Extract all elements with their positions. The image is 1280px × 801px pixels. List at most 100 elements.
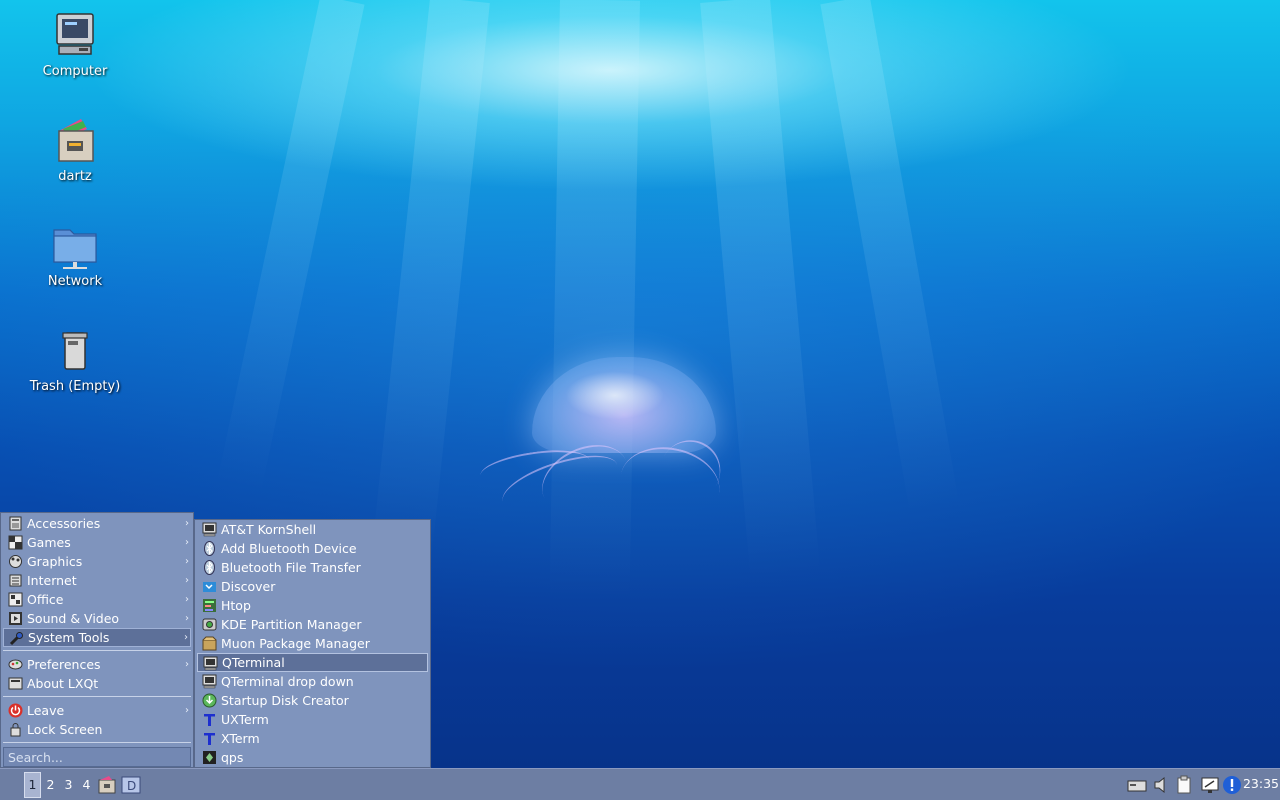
chevron-right-icon: › [185, 594, 189, 605]
htop-icon [203, 599, 216, 612]
menu-separator [3, 650, 191, 651]
submenu-item-add-bluetooth[interactable]: Add Bluetooth Device [197, 539, 428, 558]
menu-item-games[interactable]: Games › [3, 533, 191, 552]
menu-item-accessories[interactable]: Accessories › [3, 514, 191, 533]
menu-item-leave[interactable]: Leave › [3, 701, 191, 720]
home-folder-icon [58, 119, 94, 162]
submenu-item-label: qps [221, 750, 244, 765]
desktop-icon-label: Trash (Empty) [29, 379, 121, 394]
removable-media-icon[interactable] [1126, 775, 1148, 795]
menu-item-about-lxqt[interactable]: About LXQt [3, 674, 191, 693]
submenu-item-kde-partition[interactable]: KDE Partition Manager [197, 615, 428, 634]
clock[interactable]: 23:35 [1243, 769, 1279, 801]
submenu-item-label: UXTerm [221, 712, 269, 727]
menu-item-office[interactable]: Office › [3, 590, 191, 609]
terminal-icon [202, 522, 217, 537]
desktop-icon-label: Network [47, 274, 103, 289]
desktop-icon-trash[interactable]: Trash (Empty) [15, 327, 135, 394]
file-manager-icon[interactable] [97, 775, 117, 795]
submenu-item-muon[interactable]: Muon Package Manager [197, 634, 428, 653]
desktop-icon-label: Computer [42, 64, 108, 79]
terminal-icon [203, 656, 218, 671]
show-desktop-icon[interactable]: D [121, 775, 141, 795]
workspace-1-button[interactable]: 1 [24, 772, 41, 798]
sound-video-icon [9, 612, 22, 625]
menu-item-label: Leave [27, 703, 65, 718]
workspace-4-button[interactable]: 4 [78, 772, 95, 798]
submenu-item-discover[interactable]: Discover [197, 577, 428, 596]
network-status-icon[interactable] [1200, 775, 1220, 795]
menu-item-graphics[interactable]: Graphics › [3, 552, 191, 571]
menu-item-label: Preferences [27, 657, 101, 672]
submenu-item-startup-disk[interactable]: Startup Disk Creator [197, 691, 428, 710]
submenu-item-label: KDE Partition Manager [221, 617, 362, 632]
partition-icon [202, 618, 217, 631]
submenu-item-htop[interactable]: Htop [197, 596, 428, 615]
chevron-right-icon: › [185, 705, 189, 716]
accessories-icon [9, 516, 22, 531]
submenu-item-label: Muon Package Manager [221, 636, 370, 651]
clipboard-icon[interactable] [1174, 775, 1194, 795]
chevron-right-icon: › [185, 575, 189, 586]
bluetooth-icon [204, 541, 215, 556]
submenu-item-qterminal[interactable]: QTerminal [197, 653, 428, 672]
chevron-right-icon: › [184, 632, 188, 643]
power-icon [8, 703, 23, 718]
submenu-item-bluetooth-transfer[interactable]: Bluetooth File Transfer [197, 558, 428, 577]
menu-item-label: Lock Screen [27, 722, 103, 737]
submenu-item-label: Startup Disk Creator [221, 693, 349, 708]
application-menu: Accessories › Games › Graphics › Interne… [0, 512, 194, 768]
workspace-2-button[interactable]: 2 [42, 772, 59, 798]
network-icon [53, 229, 97, 269]
menu-item-preferences[interactable]: Preferences › [3, 655, 191, 674]
terminal-icon [202, 674, 217, 689]
menu-item-label: Office [27, 592, 64, 607]
office-icon [8, 592, 23, 607]
desktop-icon-network[interactable]: Network [15, 222, 135, 289]
menu-item-label: Internet [27, 573, 77, 588]
menu-item-label: About LXQt [27, 676, 99, 691]
desktop-icon-computer[interactable]: Computer [15, 12, 135, 79]
submenu-item-label: QTerminal [222, 655, 285, 670]
about-icon [8, 677, 23, 690]
games-icon [8, 535, 23, 550]
submenu-item-kornshell[interactable]: AT&T KornShell [197, 520, 428, 539]
submenu-item-qps[interactable]: qps [197, 748, 428, 767]
menu-item-label: System Tools [28, 630, 110, 645]
taskbar: 1 2 3 4 D 23:35 [0, 768, 1280, 800]
submenu-item-label: AT&T KornShell [221, 522, 317, 537]
trash-icon [62, 332, 88, 370]
menu-item-sound-video[interactable]: Sound & Video › [3, 609, 191, 628]
menu-search-input[interactable] [3, 747, 191, 767]
submenu-item-label: Discover [221, 579, 276, 594]
bluetooth-icon [204, 560, 215, 575]
submenu-item-qterminal-dropdown[interactable]: QTerminal drop down [197, 672, 428, 691]
menu-item-system-tools[interactable]: System Tools › [3, 628, 191, 647]
menu-item-lock-screen[interactable]: Lock Screen [3, 720, 191, 739]
menu-item-label: Games [27, 535, 71, 550]
system-tools-submenu: AT&T KornShell Add Bluetooth Device Blue… [194, 519, 431, 768]
chevron-right-icon: › [185, 613, 189, 624]
submenu-item-xterm[interactable]: XTerm [197, 729, 428, 748]
workspace-3-button[interactable]: 3 [60, 772, 77, 798]
menu-item-internet[interactable]: Internet › [3, 571, 191, 590]
menu-item-label: Sound & Video [27, 611, 120, 626]
volume-icon[interactable] [1152, 775, 1172, 795]
system-tools-icon [9, 632, 23, 646]
submenu-item-label: Bluetooth File Transfer [221, 560, 361, 575]
chevron-right-icon: › [185, 556, 189, 567]
xterm-icon [204, 714, 215, 726]
desktop-icon-label: dartz [58, 169, 92, 184]
light-ray [216, 0, 365, 494]
qps-icon [203, 751, 216, 764]
xterm-icon [204, 733, 215, 745]
desktop-icon-home[interactable]: dartz [15, 117, 135, 184]
svg-text:D: D [127, 779, 136, 793]
notification-icon[interactable] [1222, 775, 1242, 795]
internet-icon [9, 574, 22, 587]
lock-icon [10, 723, 21, 737]
menu-item-label: Accessories [27, 516, 101, 531]
chevron-right-icon: › [185, 659, 189, 670]
submenu-item-uxterm[interactable]: UXTerm [197, 710, 428, 729]
preferences-icon [8, 659, 23, 670]
